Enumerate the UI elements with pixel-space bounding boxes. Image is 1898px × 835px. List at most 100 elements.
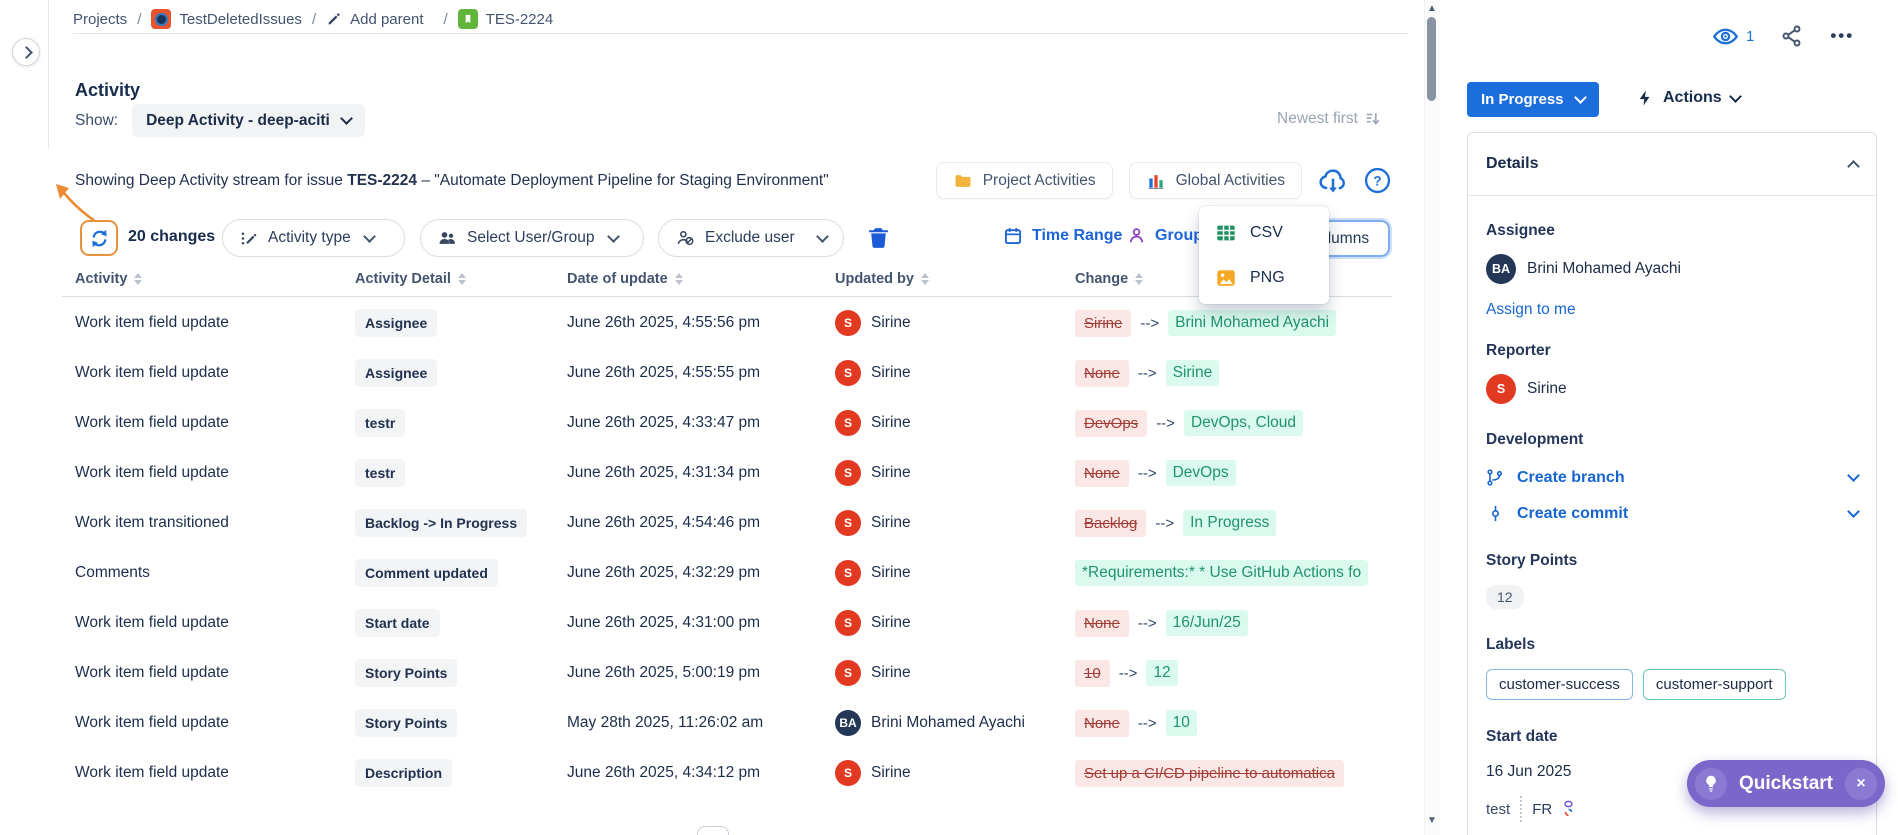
export-csv-item[interactable]: CSV bbox=[1199, 210, 1329, 255]
chevron-down-icon bbox=[816, 230, 829, 243]
share-icon bbox=[1780, 24, 1804, 48]
scroll-pill[interactable] bbox=[697, 826, 729, 835]
actions-dropdown[interactable]: Actions bbox=[1636, 88, 1740, 108]
user-name: Sirine bbox=[871, 664, 911, 682]
activity-detail-cell: Story Points bbox=[355, 709, 567, 737]
chevron-down-icon bbox=[363, 230, 376, 243]
expand-sidebar-button[interactable] bbox=[12, 38, 40, 66]
chevron-down-icon bbox=[607, 230, 620, 243]
git-commit-icon bbox=[1486, 504, 1505, 523]
export-menu: CSV PNG bbox=[1199, 206, 1329, 304]
change-cell: *Requirements:* * Use GitHub Actions fo bbox=[1075, 560, 1395, 586]
change-new-value: DevOps bbox=[1166, 460, 1236, 486]
label-chip[interactable]: customer-success bbox=[1486, 669, 1633, 700]
activity-filter-dropdown[interactable]: Deep Activity - deep-aciti bbox=[132, 104, 365, 137]
quickstart-close-button[interactable]: × bbox=[1845, 768, 1877, 800]
status-dropdown[interactable]: In Progress bbox=[1467, 82, 1599, 117]
project-activities-button[interactable]: Project Activities bbox=[936, 162, 1113, 199]
column-header-date-of-update[interactable]: Date of update bbox=[567, 271, 835, 287]
user-avatar: S bbox=[835, 410, 861, 436]
user-name: Sirine bbox=[871, 564, 911, 582]
column-header-updated-by[interactable]: Updated by bbox=[835, 271, 1075, 287]
time-range-button[interactable]: Time Range bbox=[1003, 226, 1122, 246]
exclude-user-label: Exclude user bbox=[705, 229, 795, 247]
user-name: Sirine bbox=[871, 364, 911, 382]
date-cell: June 26th 2025, 4:32:29 pm bbox=[567, 564, 835, 582]
export-png-item[interactable]: PNG bbox=[1199, 255, 1329, 300]
select-user-group-button[interactable]: Select User/Group bbox=[420, 219, 644, 257]
user-avatar: S bbox=[835, 310, 861, 336]
date-cell: May 28th 2025, 11:26:02 am bbox=[567, 714, 835, 732]
sort-icon bbox=[458, 273, 466, 285]
activity-cell: Work item field update bbox=[75, 414, 355, 432]
group-button[interactable]: Group bbox=[1127, 226, 1203, 245]
breadcrumb-projects[interactable]: Projects bbox=[73, 11, 127, 28]
eye-icon bbox=[1712, 25, 1739, 48]
change-old-value: None bbox=[1075, 610, 1129, 637]
chevron-down-icon[interactable] bbox=[1847, 505, 1860, 518]
column-header-activity-detail[interactable]: Activity Detail bbox=[355, 271, 567, 287]
chevron-down-icon bbox=[1574, 91, 1587, 104]
calendar-icon bbox=[1003, 226, 1023, 246]
share-button[interactable] bbox=[1780, 24, 1804, 48]
translate-source-text: test bbox=[1486, 801, 1510, 818]
create-commit-label: Create commit bbox=[1517, 505, 1628, 523]
svg-text:?: ? bbox=[1373, 174, 1381, 189]
create-commit-button[interactable]: Create commit bbox=[1486, 504, 1858, 523]
activity-section-title: Activity bbox=[75, 80, 140, 101]
breadcrumb-project[interactable]: TestDeletedIssues bbox=[151, 9, 302, 29]
exclude-user-button[interactable]: Exclude user bbox=[658, 219, 844, 257]
column-header-activity[interactable]: Activity bbox=[75, 271, 355, 287]
export-cloud-button[interactable] bbox=[1318, 168, 1348, 194]
change-new-value: DevOps, Cloud bbox=[1184, 410, 1303, 436]
folder-icon bbox=[953, 171, 973, 191]
start-date-label: Start date bbox=[1486, 728, 1858, 746]
scrollbar-thumb[interactable] bbox=[1427, 17, 1436, 101]
breadcrumb-issue-key: TES-2224 bbox=[486, 11, 554, 28]
user-avatar: S bbox=[835, 610, 861, 636]
user-avatar: BA bbox=[835, 710, 861, 736]
reporter-value[interactable]: S Sirine bbox=[1486, 374, 1858, 404]
breadcrumb: Projects / TestDeletedIssues / Add paren… bbox=[73, 6, 553, 32]
change-new-value: 12 bbox=[1146, 660, 1177, 686]
activity-cell: Work item field update bbox=[75, 664, 355, 682]
labels-list: customer-success customer-support bbox=[1486, 669, 1858, 700]
assignee-value[interactable]: BA Brini Mohamed Ayachi bbox=[1486, 254, 1858, 284]
quickstart-button[interactable]: Quickstart × bbox=[1687, 760, 1885, 807]
vertical-scrollbar[interactable] bbox=[1424, 0, 1440, 835]
date-cell: June 26th 2025, 4:54:46 pm bbox=[567, 514, 835, 532]
chevron-down-icon bbox=[1729, 90, 1742, 103]
breadcrumb-separator: / bbox=[444, 11, 448, 28]
help-button[interactable]: ? bbox=[1364, 167, 1391, 194]
activity-detail-badge: testr bbox=[355, 409, 405, 437]
updated-by-cell: S Sirine bbox=[835, 310, 1075, 336]
change-old-value: DevOps bbox=[1075, 410, 1147, 437]
reporter-name: Sirine bbox=[1527, 380, 1567, 398]
watchers-control[interactable]: 1 bbox=[1712, 25, 1754, 48]
global-activities-button[interactable]: Global Activities bbox=[1129, 162, 1302, 199]
activity-detail-badge: Start date bbox=[355, 609, 440, 637]
breadcrumb-issue[interactable]: TES-2224 bbox=[458, 9, 554, 29]
sort-order-control[interactable]: Newest first bbox=[1277, 110, 1383, 128]
change-cell: None-->10 bbox=[1075, 710, 1395, 737]
assign-to-me-link[interactable]: Assign to me bbox=[1486, 301, 1858, 319]
activity-type-filter-button[interactable]: Activity type bbox=[222, 219, 405, 257]
user-avatar: S bbox=[835, 510, 861, 536]
change-cell: Sirine-->Brini Mohamed Ayachi bbox=[1075, 310, 1395, 337]
delete-filters-button[interactable] bbox=[866, 224, 891, 251]
lightbulb-icon bbox=[1695, 768, 1727, 800]
breadcrumb-add-parent[interactable]: Add parent bbox=[326, 11, 423, 28]
more-actions-button[interactable]: ••• bbox=[1830, 26, 1854, 46]
csv-table-icon bbox=[1215, 222, 1237, 244]
create-branch-button[interactable]: Create branch bbox=[1486, 468, 1858, 487]
chevron-down-icon[interactable] bbox=[1847, 469, 1860, 482]
assignee-label: Assignee bbox=[1486, 222, 1858, 240]
refresh-button[interactable] bbox=[80, 220, 118, 256]
scrollbar-down-arrow[interactable]: ▼ bbox=[1427, 815, 1437, 826]
user-name: Brini Mohamed Ayachi bbox=[871, 714, 1025, 732]
collapse-details-chevron[interactable] bbox=[1847, 160, 1860, 173]
change-cell: 10-->12 bbox=[1075, 660, 1395, 687]
activity-detail-cell: testr bbox=[355, 409, 567, 437]
scrollbar-up-arrow[interactable]: ▲ bbox=[1427, 3, 1437, 14]
label-chip[interactable]: customer-support bbox=[1643, 669, 1786, 700]
